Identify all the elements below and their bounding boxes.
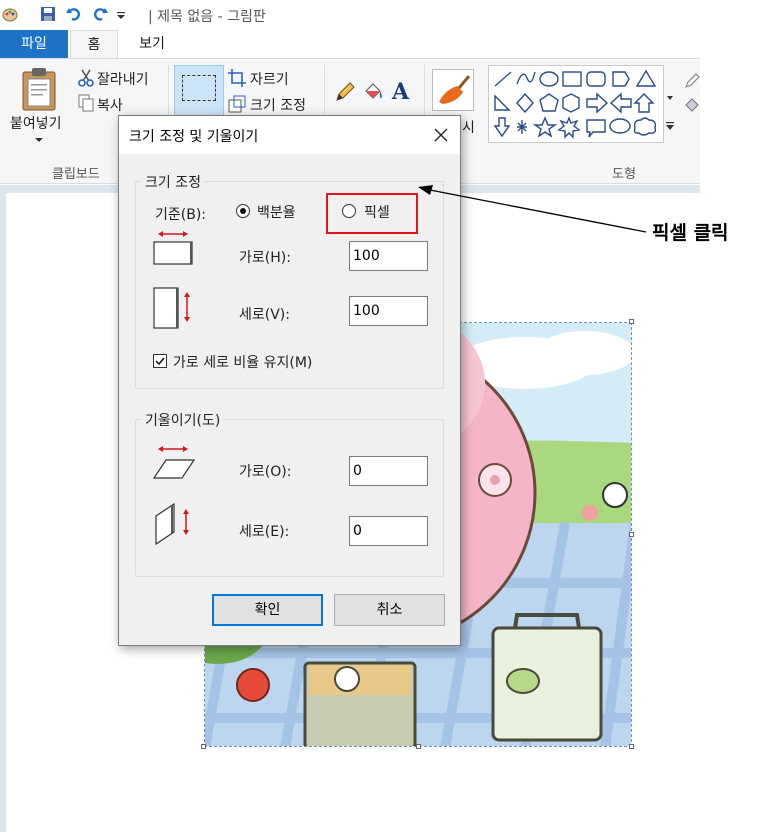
checkmark-icon bbox=[155, 357, 165, 366]
tab-file[interactable]: 파일 bbox=[0, 30, 68, 58]
close-icon[interactable] bbox=[430, 124, 452, 146]
maintain-ratio-checkbox[interactable] bbox=[153, 354, 167, 368]
shapes-scroll-down-icon[interactable] bbox=[665, 93, 675, 103]
ok-button[interactable]: 확인 bbox=[212, 594, 323, 626]
shapes-gallery[interactable] bbox=[488, 65, 664, 143]
horizontal-resize-icon bbox=[153, 231, 193, 265]
resize-group-legend: 크기 조정 bbox=[142, 172, 204, 192]
resize-icon[interactable] bbox=[228, 95, 246, 113]
tab-home[interactable]: 홈 bbox=[70, 30, 118, 58]
annotation-label: 픽셀 클릭 bbox=[652, 222, 729, 244]
vertical-resize-input[interactable]: 100 bbox=[349, 296, 428, 326]
fill-bucket-icon[interactable] bbox=[362, 81, 384, 103]
window-title: | 제목 없음 - 그림판 bbox=[148, 9, 266, 25]
shapes-group-label: 도형 bbox=[612, 167, 636, 182]
save-icon[interactable] bbox=[40, 6, 56, 22]
resize-handle[interactable] bbox=[629, 532, 634, 537]
paint-window: | 제목 없음 - 그림판 파일 홈 보기 붙여넣기 잘라내기 복사 클립보드 bbox=[0, 0, 768, 832]
shapes-more-icon[interactable] bbox=[665, 119, 675, 133]
skew-group-legend: 기울이기(도) bbox=[142, 410, 224, 430]
dialog-title: 크기 조정 및 기울이기 bbox=[129, 129, 259, 145]
ribbon-tabs: 파일 홈 보기 bbox=[0, 30, 700, 58]
cut-button[interactable]: 잘라내기 bbox=[97, 69, 149, 89]
quick-access-toolbar: | 제목 없음 - 그림판 bbox=[0, 0, 700, 30]
customize-qat-chevron-icon[interactable] bbox=[116, 6, 126, 22]
resize-handle[interactable] bbox=[201, 744, 206, 749]
dialog-title-bar: 크기 조정 및 기울이기 bbox=[119, 116, 460, 154]
percent-radio[interactable] bbox=[236, 204, 250, 218]
brushes-label[interactable]: 시 bbox=[462, 117, 475, 137]
select-rect-icon bbox=[182, 75, 216, 101]
pencil-icon[interactable] bbox=[334, 81, 356, 103]
brushes-button[interactable] bbox=[432, 69, 474, 111]
paint-app-icon bbox=[2, 8, 18, 22]
svg-text:A: A bbox=[391, 79, 410, 103]
vertical-skew-input[interactable]: 0 bbox=[349, 516, 428, 546]
paste-button[interactable]: 붙여넣기 bbox=[10, 113, 62, 133]
resize-handle[interactable] bbox=[629, 744, 634, 749]
resize-handle[interactable] bbox=[629, 319, 634, 324]
brush-icon bbox=[439, 75, 471, 104]
tab-view[interactable]: 보기 bbox=[124, 30, 180, 58]
redo-icon[interactable] bbox=[92, 6, 108, 22]
vertical-resize-icon bbox=[153, 287, 190, 329]
vertical-skew-label: 세로(E): bbox=[239, 524, 290, 540]
clipboard-group-label: 클립보드 bbox=[52, 167, 100, 182]
cancel-button[interactable]: 취소 bbox=[334, 594, 445, 626]
horizontal-resize-input[interactable]: 100 bbox=[349, 241, 428, 271]
crop-button[interactable]: 자르기 bbox=[250, 69, 289, 89]
basis-label: 기준(B): bbox=[155, 207, 207, 223]
cut-scissors-icon[interactable] bbox=[78, 69, 94, 87]
copy-icon[interactable] bbox=[78, 94, 94, 112]
undo-icon[interactable] bbox=[66, 6, 82, 22]
copy-button[interactable]: 복사 bbox=[97, 95, 123, 115]
horizontal-label: 가로(H): bbox=[239, 250, 291, 266]
crop-icon[interactable] bbox=[228, 69, 246, 87]
shapes-gallery-icons bbox=[493, 69, 657, 139]
window-margin bbox=[700, 30, 768, 832]
fill-icon[interactable] bbox=[684, 97, 700, 113]
horizontal-skew-icon bbox=[152, 446, 196, 479]
vertical-skew-icon bbox=[155, 502, 189, 546]
resize-handle[interactable] bbox=[416, 744, 421, 749]
maintain-ratio-label[interactable]: 가로 세로 비율 유지(M) bbox=[173, 352, 312, 372]
vertical-label: 세로(V): bbox=[239, 307, 290, 323]
pixel-option-highlight bbox=[326, 193, 418, 234]
horizontal-skew-input[interactable]: 0 bbox=[349, 456, 428, 486]
text-tool-icon[interactable]: A bbox=[390, 79, 412, 103]
resize-button[interactable]: 크기 조정 bbox=[250, 95, 306, 115]
percent-radio-label[interactable]: 백분율 bbox=[257, 202, 296, 222]
outline-icon[interactable] bbox=[684, 73, 700, 89]
horizontal-skew-label: 가로(O): bbox=[239, 464, 292, 480]
paste-clipboard-icon[interactable] bbox=[20, 67, 58, 111]
paste-dropdown-icon[interactable] bbox=[34, 137, 44, 143]
skew-group: 기울이기(도) bbox=[135, 410, 444, 577]
select-button[interactable] bbox=[174, 65, 224, 117]
